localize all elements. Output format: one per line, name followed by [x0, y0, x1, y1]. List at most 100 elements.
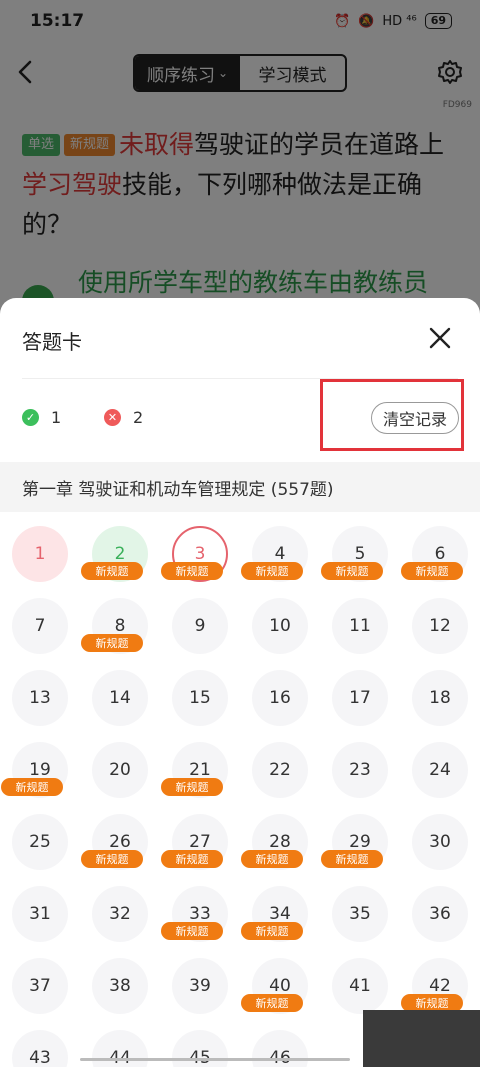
- question-cell[interactable]: 9: [172, 598, 228, 654]
- new-rule-badge: 新规题: [81, 562, 143, 580]
- question-number: 9: [172, 598, 228, 654]
- question-number: 43: [12, 1030, 68, 1067]
- question-cell[interactable]: 37: [12, 958, 68, 1014]
- new-rule-badge: 新规题: [241, 850, 303, 868]
- new-rule-badge: 新规题: [161, 778, 223, 796]
- question-cell[interactable]: 21 新规题: [161, 742, 228, 798]
- question-number: 10: [252, 598, 308, 654]
- question-cell[interactable]: 30: [412, 814, 468, 870]
- question-cell[interactable]: 10: [252, 598, 308, 654]
- new-rule-badge: 新规题: [81, 634, 143, 652]
- question-number: 38: [92, 958, 148, 1014]
- new-rule-badge: 新规题: [321, 850, 383, 868]
- question-number: 22: [252, 742, 308, 798]
- new-rule-badge: 新规题: [241, 994, 303, 1012]
- question-cell[interactable]: 35: [332, 886, 388, 942]
- question-cell[interactable]: 36: [412, 886, 468, 942]
- question-number: 24: [412, 742, 468, 798]
- answer-sheet: 答题卡 ✓ 1 ✕ 2 清空记录 第一章 驾驶证和机动车管理规定 (557题) …: [0, 298, 480, 1067]
- close-icon[interactable]: [428, 326, 452, 350]
- question-number: 12: [412, 598, 468, 654]
- question-cell[interactable]: 19 新规题: [1, 742, 68, 798]
- new-rule-badge: 新规题: [1, 778, 63, 796]
- question-number: 46: [252, 1030, 308, 1067]
- preview-thumbnail: [363, 1010, 480, 1067]
- question-number: 16: [252, 670, 308, 726]
- new-rule-badge: 新规题: [241, 922, 303, 940]
- question-cell[interactable]: 40 新规题: [241, 958, 308, 1014]
- question-number: 20: [92, 742, 148, 798]
- question-cell[interactable]: 33 新规题: [161, 886, 228, 942]
- new-rule-badge: 新规题: [161, 922, 223, 940]
- question-cell[interactable]: 1: [12, 526, 68, 582]
- question-cell[interactable]: 14: [92, 670, 148, 726]
- question-cell[interactable]: 31: [12, 886, 68, 942]
- question-number: 23: [332, 742, 388, 798]
- question-cell[interactable]: 32: [92, 886, 148, 942]
- question-cell[interactable]: 25: [12, 814, 68, 870]
- question-number: 30: [412, 814, 468, 870]
- question-cell[interactable]: 41: [332, 958, 388, 1014]
- question-cell[interactable]: 27 新规题: [161, 814, 228, 870]
- question-cell[interactable]: 20: [92, 742, 148, 798]
- question-cell[interactable]: 7: [12, 598, 68, 654]
- question-cell[interactable]: 28 新规题: [241, 814, 308, 870]
- question-cell[interactable]: 16: [252, 670, 308, 726]
- question-cell[interactable]: 17: [332, 670, 388, 726]
- question-cell[interactable]: 29 新规题: [321, 814, 388, 870]
- home-indicator[interactable]: [80, 1058, 350, 1061]
- question-number: 32: [92, 886, 148, 942]
- question-cell[interactable]: 4 新规题: [241, 526, 308, 582]
- question-cell[interactable]: 8 新规题: [81, 598, 148, 654]
- question-cell[interactable]: 12: [412, 598, 468, 654]
- question-cell[interactable]: 39: [172, 958, 228, 1014]
- question-number: 13: [12, 670, 68, 726]
- wrong-stat: ✕ 2: [104, 408, 143, 427]
- check-icon: ✓: [22, 409, 39, 426]
- cross-icon: ✕: [104, 409, 121, 426]
- question-cell[interactable]: 3 新规题: [161, 526, 228, 582]
- question-cell[interactable]: 11: [332, 598, 388, 654]
- question-cell[interactable]: 42 新规题: [401, 958, 468, 1014]
- question-cell[interactable]: 13: [12, 670, 68, 726]
- question-cell[interactable]: 2 新规题: [81, 526, 148, 582]
- question-cell[interactable]: 34 新规题: [241, 886, 308, 942]
- question-cell[interactable]: 24: [412, 742, 468, 798]
- question-cell[interactable]: 5 新规题: [321, 526, 388, 582]
- question-number: 31: [12, 886, 68, 942]
- new-rule-badge: 新规题: [81, 850, 143, 868]
- question-cell[interactable]: 43: [12, 1030, 68, 1067]
- question-number: 17: [332, 670, 388, 726]
- question-cell[interactable]: 44: [92, 1030, 148, 1067]
- question-cell[interactable]: 6 新规题: [401, 526, 468, 582]
- question-number: 11: [332, 598, 388, 654]
- question-cell[interactable]: 46: [252, 1030, 308, 1067]
- new-rule-badge: 新规题: [241, 562, 303, 580]
- question-number: 39: [172, 958, 228, 1014]
- question-number: 18: [412, 670, 468, 726]
- clear-records-button[interactable]: 清空记录: [371, 402, 459, 434]
- question-number: 36: [412, 886, 468, 942]
- question-number: 45: [172, 1030, 228, 1067]
- correct-count: 1: [51, 408, 62, 427]
- question-number: 37: [12, 958, 68, 1014]
- question-cell[interactable]: 38: [92, 958, 148, 1014]
- question-cell[interactable]: 26 新规题: [81, 814, 148, 870]
- chapter-header: 第一章 驾驶证和机动车管理规定 (557题): [0, 462, 480, 512]
- question-cell[interactable]: 23: [332, 742, 388, 798]
- question-number: 35: [332, 886, 388, 942]
- question-cell[interactable]: 15: [172, 670, 228, 726]
- question-number: 14: [92, 670, 148, 726]
- question-cell[interactable]: 18: [412, 670, 468, 726]
- question-number: 44: [92, 1030, 148, 1067]
- question-number: 7: [12, 598, 68, 654]
- new-rule-badge: 新规题: [161, 850, 223, 868]
- new-rule-badge: 新规题: [321, 562, 383, 580]
- wrong-count: 2: [133, 408, 144, 427]
- question-cell[interactable]: 45: [172, 1030, 228, 1067]
- question-number: 25: [12, 814, 68, 870]
- question-cell[interactable]: 22: [252, 742, 308, 798]
- correct-stat: ✓ 1: [22, 408, 61, 427]
- question-number: 15: [172, 670, 228, 726]
- new-rule-badge: 新规题: [401, 562, 463, 580]
